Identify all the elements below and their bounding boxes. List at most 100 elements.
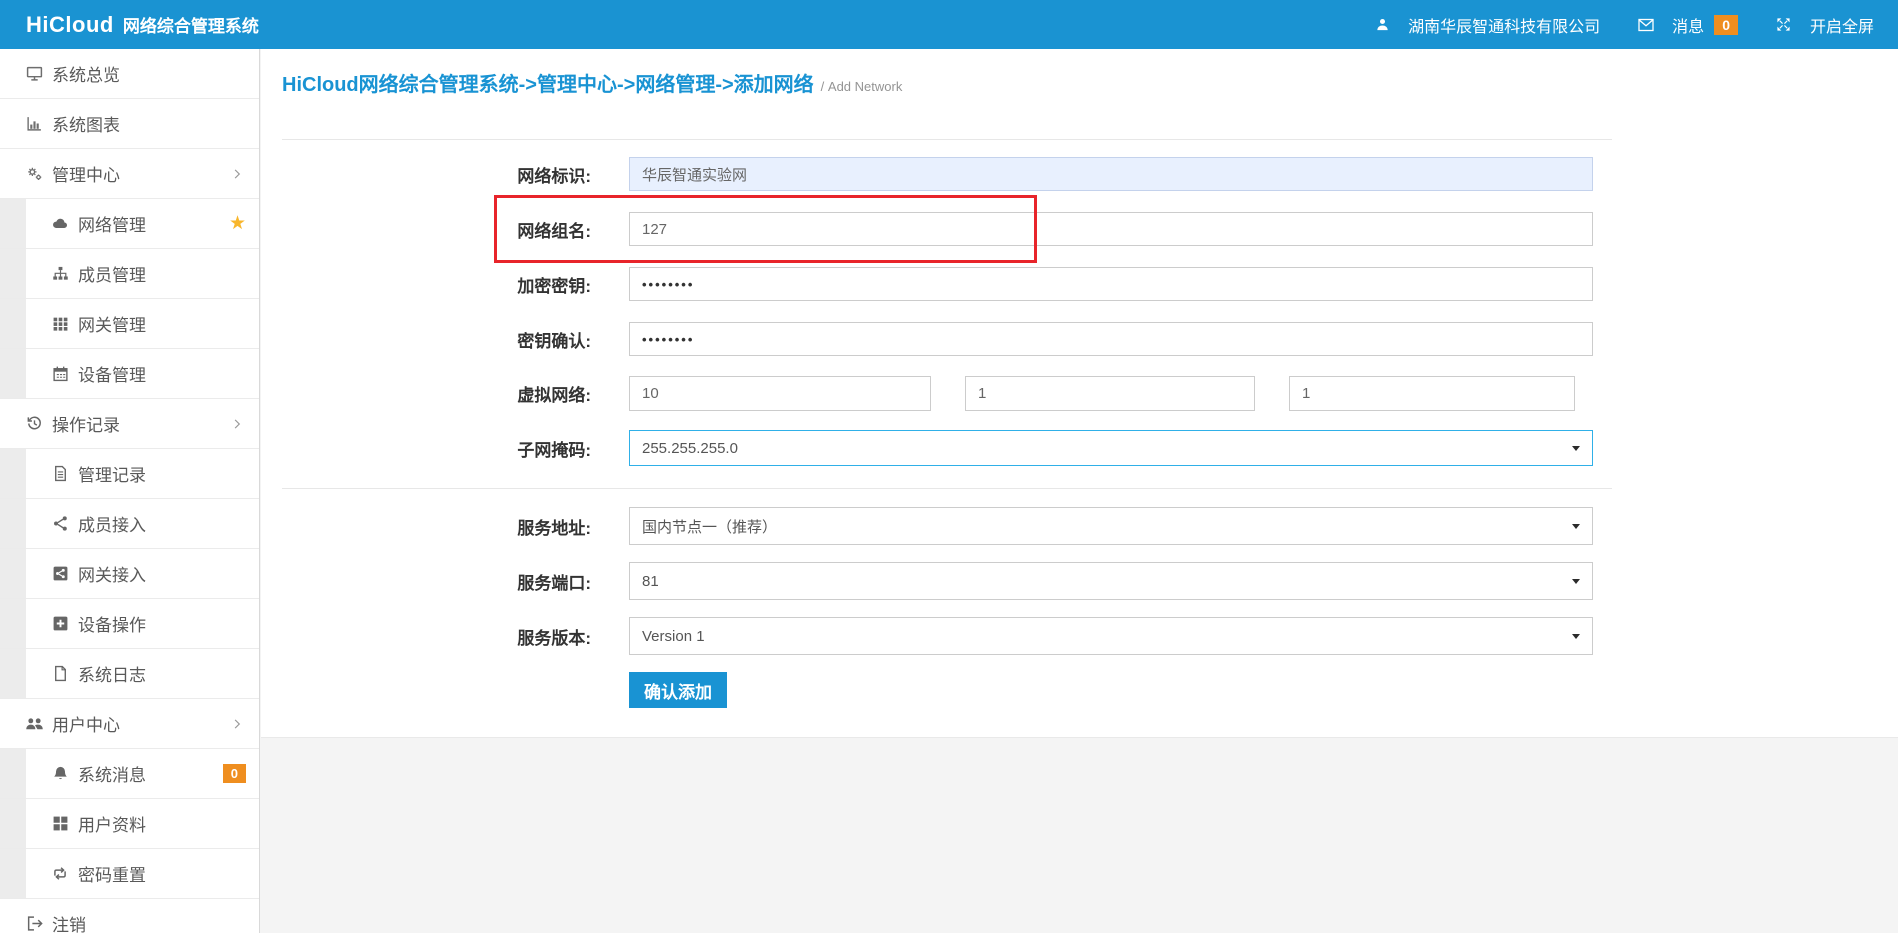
- network-id-field[interactable]: [629, 157, 1593, 191]
- key-confirm-label: 密钥确认:: [391, 322, 591, 356]
- server-version-label: 服务版本:: [391, 617, 591, 655]
- encryption-key-row: 加密密钥:: [261, 267, 1621, 301]
- sign-out-icon: [24, 915, 44, 932]
- sidebar: 系统总览 系统图表 管理中心 网络管理 ★ 成员管理 网关管理 设备管理: [0, 49, 260, 933]
- server-address-value: 国内节点一（推荐）: [642, 508, 777, 544]
- vnet-octet2-field[interactable]: [965, 376, 1255, 411]
- subnet-mask-value: 255.255.255.0: [642, 431, 738, 465]
- network-group-name-field[interactable]: [629, 212, 1593, 246]
- chevron-right-icon: [231, 168, 243, 180]
- top-bar: HiCloud 网络综合管理系统 湖南华辰智通科技有限公司 消息 0 开启全屏: [0, 0, 1898, 49]
- sidebar-item-label: 网络管理: [78, 211, 146, 236]
- retweet-icon: [50, 865, 70, 882]
- sidebar-item-label: 系统消息: [78, 761, 146, 786]
- caret-down-icon: [1572, 524, 1580, 529]
- sidebar-item-admin-center[interactable]: 管理中心: [0, 149, 259, 199]
- file-icon: [50, 665, 70, 682]
- sidebar-item-member-mgmt[interactable]: 成员管理: [0, 249, 259, 299]
- caret-down-icon: [1572, 446, 1580, 451]
- sidebar-item-admin-records[interactable]: 管理记录: [0, 449, 259, 499]
- chevron-right-icon: [231, 418, 243, 430]
- server-version-row: 服务版本: Version 1: [261, 617, 1621, 655]
- confirm-add-button[interactable]: 确认添加: [629, 672, 727, 708]
- section-divider: [282, 488, 1612, 489]
- key-confirm-field[interactable]: [629, 322, 1593, 356]
- fullscreen-label: 开启全屏: [1810, 13, 1874, 37]
- server-port-label: 服务端口:: [391, 562, 591, 600]
- user-icon: [1372, 17, 1392, 32]
- virtual-network-label: 虚拟网络:: [391, 376, 591, 411]
- sidebar-item-label: 成员接入: [78, 511, 146, 536]
- sitemap-icon: [50, 265, 70, 282]
- sidebar-item-user-profile[interactable]: 用户资料: [0, 799, 259, 849]
- server-port-value: 81: [642, 563, 659, 599]
- company-name: 湖南华辰智通科技有限公司: [1408, 13, 1600, 37]
- sidebar-item-label: 用户资料: [78, 811, 146, 836]
- logo-brand: HiCloud: [26, 12, 114, 38]
- sidebar-item-label: 注销: [52, 911, 86, 933]
- breadcrumb: HiCloud网络综合管理系统->管理中心->网络管理->添加网络 / Add N…: [282, 68, 902, 97]
- sidebar-item-label: 管理记录: [78, 461, 146, 486]
- sidebar-item-network-mgmt[interactable]: 网络管理 ★: [0, 199, 259, 249]
- messages-button[interactable]: 消息 0: [1636, 13, 1738, 37]
- sidebar-item-label: 网关接入: [78, 561, 146, 586]
- virtual-network-row: 虚拟网络:: [261, 376, 1621, 411]
- breadcrumb-divider: [282, 139, 1612, 140]
- topbar-right-menu: 湖南华辰智通科技有限公司 消息 0 开启全屏: [1372, 0, 1874, 49]
- sidebar-item-system-overview[interactable]: 系统总览: [0, 49, 259, 99]
- users-icon: [24, 715, 44, 732]
- sidebar-item-label: 用户中心: [52, 711, 120, 736]
- encryption-key-field[interactable]: [629, 267, 1593, 301]
- subnet-mask-row: 子网掩码: 255.255.255.0: [261, 430, 1621, 466]
- gears-icon: [24, 165, 44, 182]
- grid-icon: [50, 315, 70, 332]
- sidebar-item-system-messages[interactable]: 系统消息 0: [0, 749, 259, 799]
- sidebar-item-logout[interactable]: 注销: [0, 899, 259, 933]
- sidebar-item-gateway-access[interactable]: 网关接入: [0, 549, 259, 599]
- encryption-key-label: 加密密钥:: [391, 267, 591, 301]
- key-confirm-row: 密钥确认:: [261, 322, 1621, 356]
- bell-icon: [50, 765, 70, 782]
- calendar-icon: [50, 365, 70, 382]
- fullscreen-button[interactable]: 开启全屏: [1774, 13, 1874, 37]
- sidebar-item-user-center[interactable]: 用户中心: [0, 699, 259, 749]
- messages-count-badge: 0: [223, 764, 246, 783]
- sidebar-item-label: 操作记录: [52, 411, 120, 436]
- network-group-row: 网络组名:: [261, 212, 1621, 246]
- network-id-label: 网络标识:: [391, 157, 591, 191]
- fullscreen-icon: [1774, 17, 1794, 32]
- chevron-right-icon: [231, 718, 243, 730]
- subnet-mask-select[interactable]: 255.255.255.0: [629, 430, 1593, 466]
- sidebar-item-label: 密码重置: [78, 861, 146, 886]
- plus-square-icon: [50, 615, 70, 632]
- sidebar-item-label: 管理中心: [52, 161, 120, 186]
- sidebar-item-label: 网关管理: [78, 311, 146, 336]
- sidebar-item-operation-log[interactable]: 操作记录: [0, 399, 259, 449]
- breadcrumb-path: HiCloud网络综合管理系统->管理中心->网络管理->添加网络: [282, 74, 814, 96]
- sidebar-item-password-reset[interactable]: 密码重置: [0, 849, 259, 899]
- sidebar-item-gateway-mgmt[interactable]: 网关管理: [0, 299, 259, 349]
- messages-label: 消息: [1672, 13, 1704, 37]
- server-version-select[interactable]: Version 1: [629, 617, 1593, 655]
- sidebar-item-device-operations[interactable]: 设备操作: [0, 599, 259, 649]
- app-window: HiCloud 网络综合管理系统 湖南华辰智通科技有限公司 消息 0 开启全屏 …: [0, 0, 1898, 933]
- messages-count-badge: 0: [1714, 15, 1738, 35]
- vnet-octet3-field[interactable]: [1289, 376, 1575, 411]
- sidebar-item-label: 系统总览: [52, 61, 120, 86]
- breadcrumb-suffix: / Add Network: [821, 79, 903, 94]
- server-address-select[interactable]: 国内节点一（推荐）: [629, 507, 1593, 545]
- server-port-row: 服务端口: 81: [261, 562, 1621, 600]
- footer-area: [261, 737, 1898, 933]
- vnet-octet1-field[interactable]: [629, 376, 931, 411]
- network-id-row: 网络标识:: [261, 157, 1621, 191]
- sidebar-item-device-mgmt[interactable]: 设备管理: [0, 349, 259, 399]
- sidebar-item-member-access[interactable]: 成员接入: [0, 499, 259, 549]
- company-account[interactable]: 湖南华辰智通科技有限公司: [1372, 13, 1600, 37]
- caret-down-icon: [1572, 634, 1580, 639]
- sidebar-item-label: 设备管理: [78, 361, 146, 386]
- sidebar-item-system-charts[interactable]: 系统图表: [0, 99, 259, 149]
- server-port-select[interactable]: 81: [629, 562, 1593, 600]
- subnet-mask-label: 子网掩码:: [391, 430, 591, 466]
- share-square-icon: [50, 565, 70, 582]
- sidebar-item-system-log[interactable]: 系统日志: [0, 649, 259, 699]
